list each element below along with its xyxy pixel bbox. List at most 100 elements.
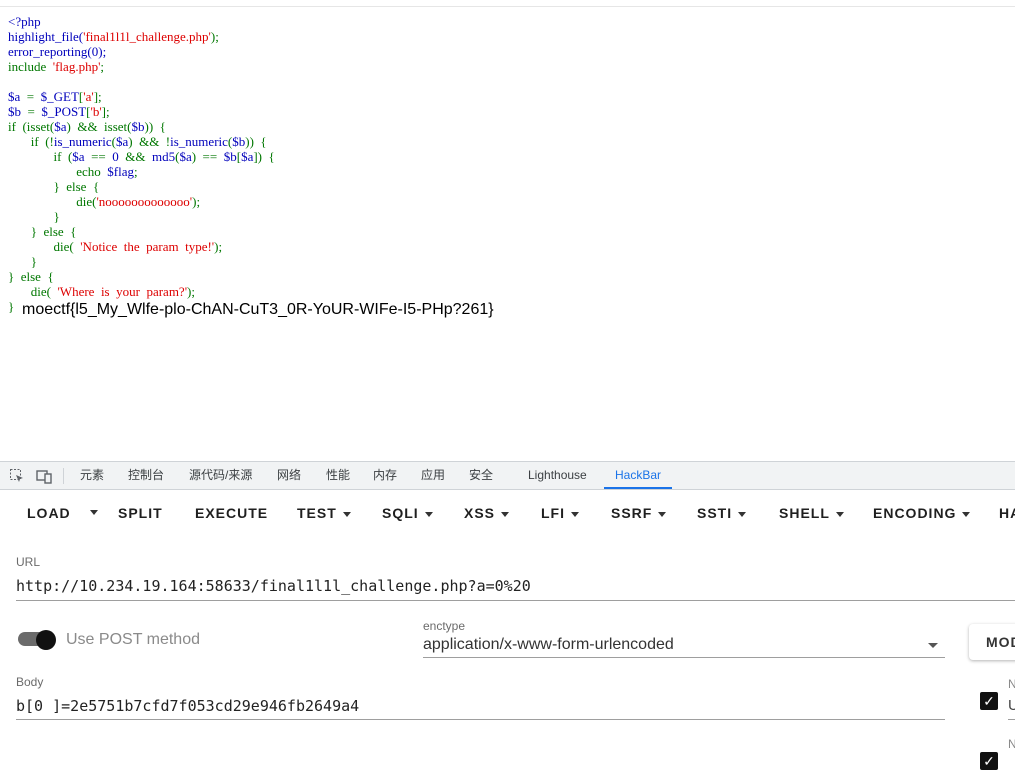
ssti-menu[interactable]: SSTI bbox=[697, 505, 747, 521]
enctype-select[interactable]: application/x-www-form-urlencoded bbox=[423, 636, 674, 654]
code-token: ); bbox=[210, 29, 219, 44]
tab-console[interactable]: 控制台 bbox=[128, 462, 164, 489]
code-token: $flag bbox=[107, 164, 135, 179]
inspect-element-icon[interactable] bbox=[9, 468, 25, 484]
chevron-down-icon bbox=[658, 511, 667, 517]
code-token: $a bbox=[72, 149, 85, 164]
chevron-down-icon bbox=[738, 511, 747, 517]
code-line: if (!is_numeric($a) && !is_numeric($b)) … bbox=[8, 134, 275, 149]
code-token: = bbox=[21, 104, 42, 119]
body-input-underline bbox=[16, 719, 945, 720]
code-token: is_numeric bbox=[170, 134, 228, 149]
side-field-label-2: N bbox=[1008, 737, 1015, 751]
tab-network[interactable]: 网络 bbox=[277, 462, 301, 489]
code-token: } else { bbox=[8, 224, 77, 239]
code-token: $_POST bbox=[41, 104, 87, 119]
side-field-label: N bbox=[1008, 677, 1015, 691]
code-token: && bbox=[118, 149, 152, 164]
code-line: $b = $_POST['b']; bbox=[8, 104, 275, 119]
ssti-menu-label: SSTI bbox=[697, 505, 733, 521]
code-token: $b bbox=[131, 119, 145, 134]
tab-elements[interactable]: 元素 bbox=[80, 462, 104, 489]
modify-header-button[interactable]: MOD bbox=[969, 624, 1015, 660]
code-line: highlight_file('final1l1l_challenge.php'… bbox=[8, 29, 275, 44]
code-token: } bbox=[8, 299, 15, 314]
code-token: include bbox=[8, 59, 53, 74]
execute-button[interactable]: EXECUTE bbox=[195, 505, 268, 521]
code-token: == bbox=[84, 149, 113, 164]
code-line: } else { bbox=[8, 269, 275, 284]
checkbox-checked[interactable]: ✓ bbox=[980, 692, 998, 710]
chevron-down-icon bbox=[571, 511, 579, 517]
code-line: if (isset($a) && isset($b)) { bbox=[8, 119, 275, 134]
code-token: )) { bbox=[245, 134, 267, 149]
hashing-menu[interactable]: HA bbox=[999, 505, 1015, 521]
code-token: die( bbox=[8, 239, 81, 254]
code-token: ); bbox=[214, 239, 223, 254]
page-top-divider bbox=[0, 6, 1015, 7]
code-token: } bbox=[8, 209, 60, 224]
code-token: $_GET bbox=[40, 89, 79, 104]
code-line: echo $flag; bbox=[8, 164, 275, 179]
tab-lighthouse[interactable]: Lighthouse bbox=[528, 462, 587, 489]
code-token: error_reporting(0); bbox=[8, 44, 107, 59]
chevron-down-icon bbox=[90, 509, 98, 515]
tab-hackbar[interactable]: HackBar bbox=[604, 462, 673, 489]
ssrf-menu[interactable]: SSRF bbox=[611, 505, 667, 521]
url-input[interactable]: http://10.234.19.164:58633/final1l1l_cha… bbox=[16, 577, 531, 595]
code-token: $a bbox=[241, 149, 254, 164]
code-token: md5 bbox=[151, 149, 176, 164]
code-token: if (isset( bbox=[8, 119, 55, 134]
body-input[interactable]: b[0 ]=2e5751b7cfd7f053cd29e946fb2649a4 bbox=[16, 697, 359, 715]
flag-output: moectf{l5_My_Wlfe-plo-ChAN-CuT3_0R-YoUR-… bbox=[22, 301, 494, 318]
tab-security[interactable]: 安全 bbox=[469, 462, 493, 489]
devtools-separator bbox=[63, 468, 64, 484]
side-field-underline bbox=[1008, 719, 1015, 720]
code-token: is_numeric bbox=[53, 134, 112, 149]
code-line: $a = $_GET['a']; bbox=[8, 89, 275, 104]
chevron-down-icon bbox=[501, 511, 510, 517]
code-token: 'Where is your param?' bbox=[57, 284, 188, 299]
shell-menu[interactable]: SHELL bbox=[779, 505, 844, 521]
code-token: 'final1l1l_challenge.php' bbox=[83, 29, 211, 44]
lfi-menu[interactable]: LFI bbox=[541, 505, 579, 521]
code-token: ]; bbox=[101, 104, 110, 119]
encoding-menu[interactable]: ENCODING bbox=[873, 505, 971, 521]
php-source-code: <?php highlight_file('final1l1l_challenge… bbox=[8, 14, 275, 314]
code-token: 'b' bbox=[90, 104, 102, 119]
chevron-down-icon bbox=[424, 511, 433, 517]
devtools-tab-bar: 元素 控制台 源代码/来源 网络 性能 内存 应用 安全 Lighthouse … bbox=[0, 461, 1015, 490]
split-button[interactable]: SPLIT bbox=[118, 505, 163, 521]
test-menu[interactable]: TEST bbox=[297, 505, 351, 521]
post-toggle-switch[interactable] bbox=[36, 630, 56, 650]
sqli-menu[interactable]: SQLI bbox=[382, 505, 433, 521]
code-line: } bbox=[8, 254, 275, 269]
tab-performance[interactable]: 性能 bbox=[326, 462, 350, 489]
code-line: die( 'Notice the param type!'); bbox=[8, 239, 275, 254]
lfi-menu-label: LFI bbox=[541, 505, 565, 521]
sqli-menu-label: SQLI bbox=[382, 505, 419, 521]
code-line: die( 'Where is your param?'); bbox=[8, 284, 275, 299]
code-token: $a bbox=[54, 119, 67, 134]
chevron-down-icon bbox=[835, 511, 844, 517]
code-token: echo bbox=[8, 164, 108, 179]
tab-memory[interactable]: 内存 bbox=[373, 462, 397, 489]
code-token: } bbox=[8, 254, 37, 269]
enctype-select-underline bbox=[423, 657, 945, 658]
ssrf-menu-label: SSRF bbox=[611, 505, 653, 521]
tab-application[interactable]: 应用 bbox=[421, 462, 445, 489]
xss-menu[interactable]: XSS bbox=[464, 505, 510, 521]
modify-button-label: MOD bbox=[986, 634, 1015, 650]
code-token: ) && isset( bbox=[66, 119, 132, 134]
body-label: Body bbox=[16, 675, 44, 689]
load-button[interactable]: LOAD bbox=[27, 505, 71, 521]
url-input-underline bbox=[16, 600, 1015, 601]
code-token: )) { bbox=[144, 119, 166, 134]
checkbox-checked-2[interactable]: ✓ bbox=[980, 752, 998, 770]
device-toolbar-icon[interactable] bbox=[36, 468, 52, 484]
code-token: 'flag.php' bbox=[52, 59, 101, 74]
code-token: if ( bbox=[8, 149, 73, 164]
code-line: if ($a == 0 && md5($a) == $b[$a]) { bbox=[8, 149, 275, 164]
tab-sources[interactable]: 源代码/来源 bbox=[189, 462, 252, 489]
load-dropdown-button[interactable] bbox=[84, 503, 98, 519]
